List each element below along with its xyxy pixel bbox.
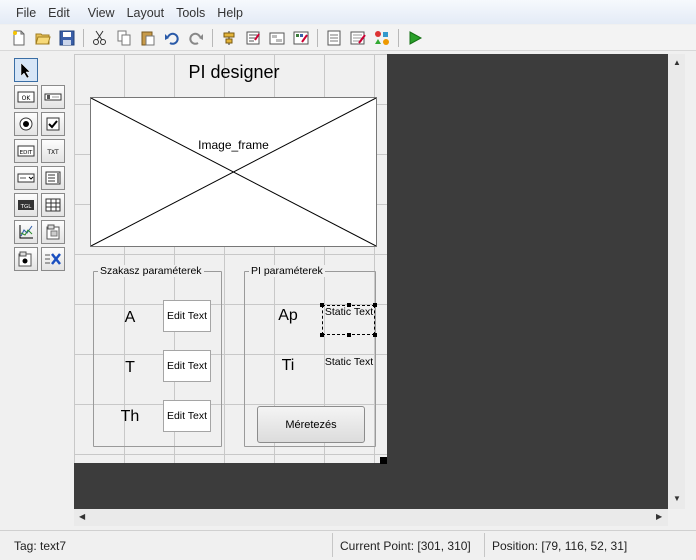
title-static-text[interactable]: PI designer <box>164 62 304 83</box>
edit-text-t[interactable]: Edit Text <box>163 350 211 382</box>
axes-icon[interactable] <box>14 220 38 244</box>
slider-icon[interactable] <box>41 85 65 109</box>
table-icon[interactable] <box>41 193 65 217</box>
static-text-ap[interactable]: Static Text <box>321 306 377 318</box>
status-tag: Tag: text7 <box>14 539 67 553</box>
edit-text-icon[interactable]: EDIT <box>14 139 38 163</box>
scroll-right-arrow-icon[interactable]: ▶ <box>656 512 662 521</box>
image-frame-axes[interactable]: Image_frame <box>90 97 377 247</box>
label-a[interactable]: A <box>115 309 145 327</box>
static-text-ti[interactable]: Static Text <box>321 356 377 368</box>
label-ap[interactable]: Ap <box>273 307 303 325</box>
menu-layout[interactable]: Layout <box>121 1 171 23</box>
scroll-up-arrow-icon[interactable]: ▲ <box>673 58 681 67</box>
static-text-icon[interactable]: TXT <box>41 139 65 163</box>
toolbar-editor-icon[interactable] <box>290 27 312 49</box>
menu-help[interactable]: Help <box>211 1 249 23</box>
panel-icon[interactable] <box>41 220 65 244</box>
image-frame-label: Image_frame <box>198 138 269 152</box>
panel-title: Szakasz paraméterek <box>98 265 204 277</box>
selection-handle[interactable] <box>347 333 351 337</box>
menu-editor-icon[interactable] <box>242 27 264 49</box>
svg-text:OK: OK <box>22 95 32 102</box>
menu-view[interactable]: View <box>82 1 121 23</box>
mfile-editor-icon[interactable] <box>323 27 345 49</box>
edit-text-a[interactable]: Edit Text <box>163 300 211 332</box>
szakasz-parameters-panel[interactable]: Szakasz paraméterek A Edit Text T Edit T… <box>93 265 222 447</box>
status-position: Position: [79, 116, 52, 31] <box>492 539 628 553</box>
figure-canvas[interactable]: PI designer Image_frame Szakasz paraméte… <box>74 54 387 463</box>
svg-text:TXT: TXT <box>46 149 59 156</box>
scroll-left-arrow-icon[interactable]: ◀ <box>79 512 85 521</box>
activex-control-icon[interactable] <box>41 247 65 271</box>
edit-text-th[interactable]: Edit Text <box>163 400 211 432</box>
label-t[interactable]: T <box>115 359 145 377</box>
meretezes-button[interactable]: Méretezés <box>257 406 365 443</box>
toolbar <box>0 25 696 51</box>
menu-tools[interactable]: Tools <box>170 1 211 23</box>
label-th[interactable]: Th <box>115 408 145 426</box>
property-inspector-icon[interactable] <box>347 27 369 49</box>
copy-icon[interactable] <box>113 27 135 49</box>
status-current-point: Current Point: [301, 310] <box>340 539 471 553</box>
status-divider <box>332 533 333 557</box>
align-icon[interactable] <box>218 27 240 49</box>
undo-icon[interactable] <box>161 27 183 49</box>
layout-area[interactable]: PI designer Image_frame Szakasz paraméte… <box>74 54 668 509</box>
push-button-icon[interactable]: OK <box>14 85 38 109</box>
vertical-scrollbar[interactable]: ▲ ▼ <box>668 54 685 509</box>
open-folder-icon[interactable] <box>32 27 54 49</box>
horizontal-scrollbar[interactable]: ◀ ▶ <box>74 509 668 526</box>
listbox-icon[interactable] <box>41 166 65 190</box>
toggle-button-icon[interactable]: TGL <box>14 193 38 217</box>
svg-text:TGL: TGL <box>20 204 33 210</box>
toolbar-separator <box>317 28 318 47</box>
menu-file[interactable]: File <box>10 1 42 23</box>
panel-title: PI paraméterek <box>249 265 325 277</box>
toolbar-separator <box>212 28 213 47</box>
status-divider <box>484 533 485 557</box>
component-palette: OK EDIT TXT TGL <box>14 58 70 274</box>
redo-icon[interactable] <box>185 27 207 49</box>
selection-handle[interactable] <box>373 333 377 337</box>
label-ti[interactable]: Ti <box>273 357 303 375</box>
paste-icon[interactable] <box>137 27 159 49</box>
radio-button-icon[interactable] <box>14 112 38 136</box>
pi-parameters-panel[interactable]: PI paraméterek Ap Static Text Ti Static … <box>244 265 377 447</box>
selection-handle[interactable] <box>320 333 324 337</box>
checkbox-icon[interactable] <box>41 112 65 136</box>
object-browser-icon[interactable] <box>371 27 393 49</box>
run-icon[interactable] <box>404 27 426 49</box>
toolbar-separator <box>398 28 399 47</box>
menu-bar: File Edit View Layout Tools Help <box>0 0 696 24</box>
tab-order-icon[interactable] <box>266 27 288 49</box>
figure-resize-handle[interactable] <box>380 457 387 464</box>
scroll-down-arrow-icon[interactable]: ▼ <box>673 494 681 503</box>
toolbar-separator <box>83 28 84 47</box>
save-icon[interactable] <box>56 27 78 49</box>
cut-icon[interactable] <box>89 27 111 49</box>
popup-menu-icon[interactable] <box>14 166 38 190</box>
new-file-icon[interactable] <box>8 27 30 49</box>
menu-edit[interactable]: Edit <box>42 1 76 23</box>
svg-text:EDIT: EDIT <box>20 150 33 156</box>
status-bar: Tag: text7 Current Point: [301, 310] Pos… <box>0 530 696 560</box>
axes-placeholder-cross <box>91 98 376 246</box>
select-tool-icon[interactable] <box>14 58 38 82</box>
button-group-icon[interactable] <box>14 247 38 271</box>
